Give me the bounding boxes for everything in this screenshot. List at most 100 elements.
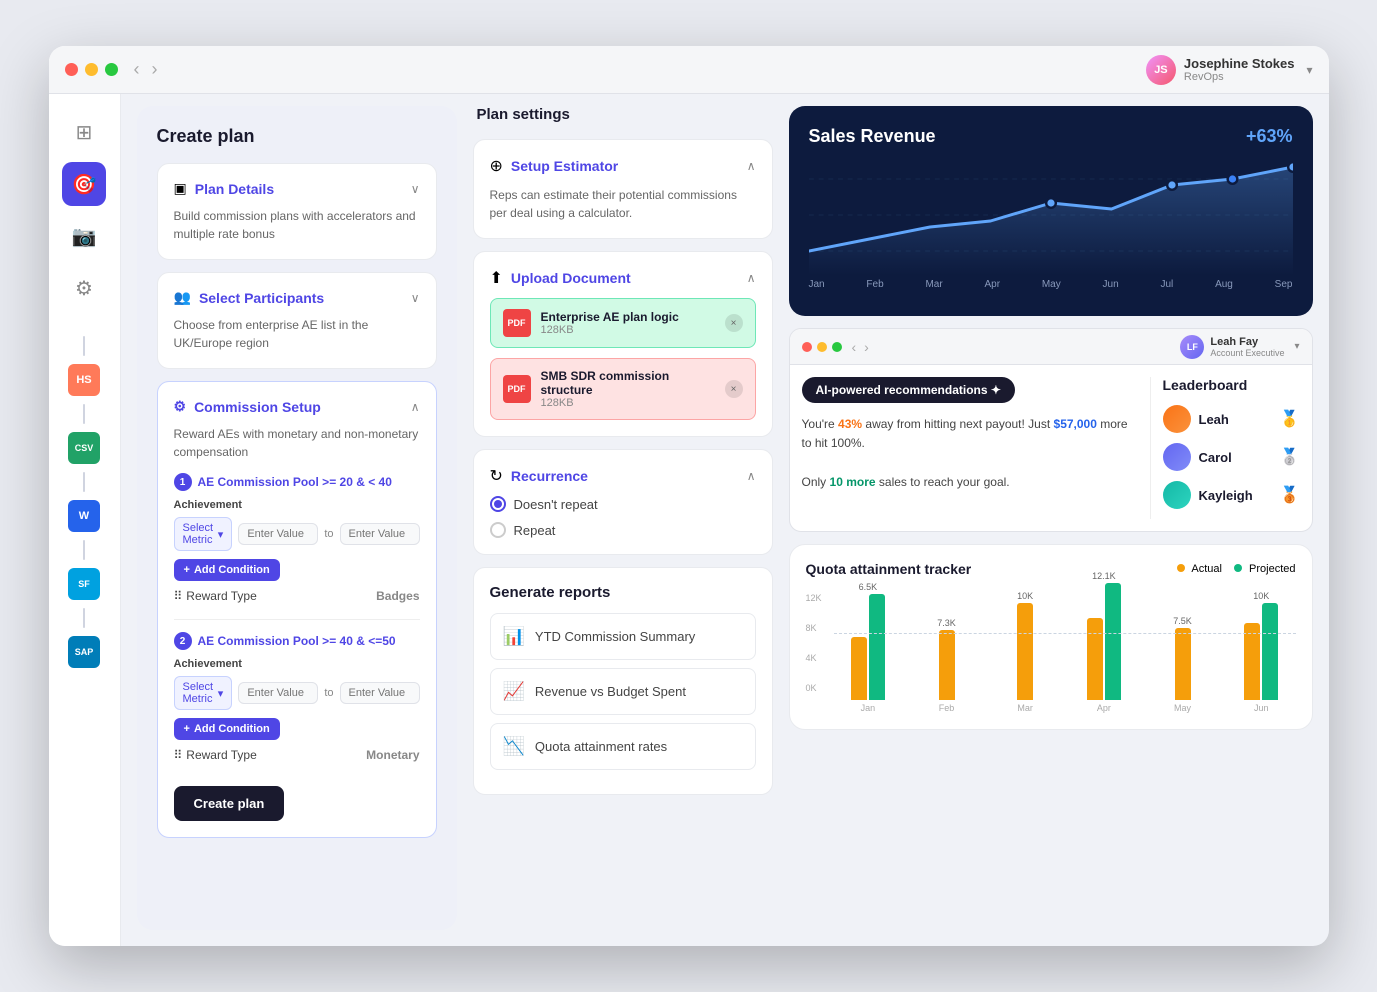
pool-2-value-input-2[interactable] [340, 682, 420, 704]
sidebar-item-target[interactable]: 🎯 [62, 162, 106, 206]
setup-estimator-header[interactable]: ⊕ Setup Estimator ∧ [490, 156, 756, 176]
plan-details-header[interactable]: ▣ Plan Details ∨ [174, 180, 420, 197]
forward-arrow[interactable]: › [152, 59, 158, 80]
upload-document-header[interactable]: ⬆ Upload Document ∧ [490, 268, 756, 288]
repeat-option[interactable]: Repeat [490, 522, 756, 538]
generate-reports-card: Generate reports 📊 YTD Commission Summar… [473, 567, 773, 795]
sidebar-item-settings[interactable]: ⚙ [62, 266, 106, 310]
revenue-title: Sales Revenue [809, 126, 936, 147]
plan-details-desc: Build commission plans with accelerators… [174, 207, 420, 243]
upload-chevron[interactable]: ∧ [747, 271, 756, 285]
revenue-svg [809, 155, 1293, 275]
leah-name: Leah [1199, 412, 1272, 427]
bar-label-jan-actual: 6.5K [859, 582, 878, 592]
y-label-0k: 0K [806, 683, 826, 693]
bar-label-mar: Mar [1017, 703, 1033, 713]
report-item-quota[interactable]: 📉 Quota attainment rates [490, 723, 756, 770]
reports-title: Generate reports [490, 584, 756, 601]
bar-jun-actual [1244, 623, 1260, 700]
commission-chevron[interactable]: ∧ [411, 400, 420, 414]
back-arrow[interactable]: ‹ [134, 59, 140, 80]
minimize-button[interactable] [85, 63, 98, 76]
ai-recommendation-text: You're 43% away from hitting next payout… [802, 415, 1138, 492]
pool-1-value-input-1[interactable] [238, 523, 318, 545]
doesnt-repeat-option[interactable]: Doesn't repeat [490, 496, 756, 512]
sidebar-item-grid[interactable]: ⊞ [62, 110, 106, 154]
sap-plugin-icon[interactable]: SAP [68, 636, 100, 668]
pool-2-to: to [324, 687, 333, 699]
csv-plugin-icon[interactable]: CSV [68, 432, 100, 464]
report-item-ytd[interactable]: 📊 YTD Commission Summary [490, 613, 756, 660]
pool-1-value-input-2[interactable] [340, 523, 420, 545]
user-name: Josephine Stokes [1184, 56, 1295, 71]
recurrence-header-left: ↻ Recurrence [490, 466, 588, 486]
carol-name: Carol [1199, 450, 1272, 465]
report-item-revenue[interactable]: 📈 Revenue vs Budget Spent [490, 668, 756, 715]
nav-arrows[interactable]: ‹ › [134, 59, 158, 80]
pool-1-add-condition-button[interactable]: + Add Condition [174, 559, 280, 581]
ai-highlight-amount: $57,000 [1054, 417, 1097, 431]
mini-maximize-button[interactable] [832, 342, 842, 352]
plan-details-chevron[interactable]: ∨ [411, 182, 420, 196]
plan-details-icon: ▣ [174, 180, 187, 197]
sidebar-item-camera[interactable]: 📷 [62, 214, 106, 258]
bar-label-may-actual: 7.5K [1173, 616, 1192, 626]
pool-1-achievement-label: Achievement [174, 499, 420, 511]
user-info[interactable]: JS Josephine Stokes RevOps ▾ [1146, 55, 1313, 85]
sidebar-divider [83, 336, 85, 356]
plus-icon: + [184, 564, 190, 576]
commission-header: ⚙ Commission Setup ∧ [174, 398, 420, 415]
upload-header-left: ⬆ Upload Document [490, 268, 631, 288]
mini-user-chevron[interactable]: ▾ [1294, 341, 1299, 352]
mini-window: ‹ › LF Leah Fay Account Executive ▾ [789, 328, 1313, 532]
word-plugin-icon[interactable]: W [68, 500, 100, 532]
quota-attainment-card: Quota attainment tracker Actual Projecte… [789, 544, 1313, 730]
upload-icon: ⬆ [490, 268, 503, 288]
hubspot-plugin-icon[interactable]: HS [68, 364, 100, 396]
mini-nav[interactable]: ‹ › [852, 339, 869, 355]
pool-1-name: AE Commission Pool >= 20 & < 40 [198, 475, 392, 489]
repeat-radio[interactable] [490, 522, 506, 538]
pool-2-add-condition-button[interactable]: + Add Condition [174, 718, 280, 740]
select-participants-header[interactable]: 👥 Select Participants ∨ [174, 289, 420, 306]
participants-chevron[interactable]: ∨ [411, 291, 420, 305]
ai-text-2: away from hitting next payout! Just [865, 417, 1053, 431]
file-2-icon: PDF [503, 375, 531, 403]
pool-2-metric-chevron: ▾ [218, 687, 224, 700]
plan-details-title: Plan Details [195, 181, 274, 197]
participants-icon: 👥 [174, 289, 191, 306]
mini-back-arrow[interactable]: ‹ [852, 339, 857, 355]
recurrence-chevron[interactable]: ∧ [747, 469, 756, 483]
salesforce-plugin-icon[interactable]: SF [68, 568, 100, 600]
bar-group-jun: 10K Jun [1227, 591, 1296, 713]
mini-minimize-button[interactable] [817, 342, 827, 352]
close-button[interactable] [65, 63, 78, 76]
create-plan-button[interactable]: Create plan [174, 786, 285, 821]
estimator-chevron[interactable]: ∧ [747, 159, 756, 173]
ai-header: AI-powered recommendations ✦ [802, 377, 1138, 403]
bar-label-mar-actual: 10K [1017, 591, 1033, 601]
ai-text-5: sales to reach your goal. [879, 475, 1010, 489]
recurrence-header[interactable]: ↻ Recurrence ∧ [490, 466, 756, 486]
y-label-12k: 12K [806, 593, 826, 603]
maximize-button[interactable] [105, 63, 118, 76]
ytd-report-name: YTD Commission Summary [535, 629, 695, 644]
pool-2-metric-select[interactable]: Select Metric ▾ [174, 676, 233, 710]
file-2-name: SMB SDR commission structure [541, 369, 715, 397]
revenue-header: Sales Revenue +63% [809, 126, 1293, 147]
pool-1-metric-select[interactable]: Select Metric ▾ [174, 517, 233, 551]
chevron-down-icon[interactable]: ▾ [1306, 63, 1312, 77]
doesnt-repeat-radio[interactable] [490, 496, 506, 512]
file-2-close-button[interactable]: × [725, 380, 743, 398]
mini-forward-arrow[interactable]: › [864, 339, 869, 355]
file-2-size: 128KB [541, 397, 715, 409]
bar-label-may: May [1174, 703, 1191, 713]
pool-2-value-input-1[interactable] [238, 682, 318, 704]
ai-badge[interactable]: AI-powered recommendations ✦ [802, 377, 1015, 403]
bar-label-jan: Jan [861, 703, 876, 713]
file-1-close-button[interactable]: × [725, 314, 743, 332]
chart-label-jan: Jan [809, 279, 825, 290]
mini-user-details: Leah Fay Account Executive [1210, 336, 1284, 358]
sidebar-divider-4 [83, 540, 85, 560]
mini-close-button[interactable] [802, 342, 812, 352]
